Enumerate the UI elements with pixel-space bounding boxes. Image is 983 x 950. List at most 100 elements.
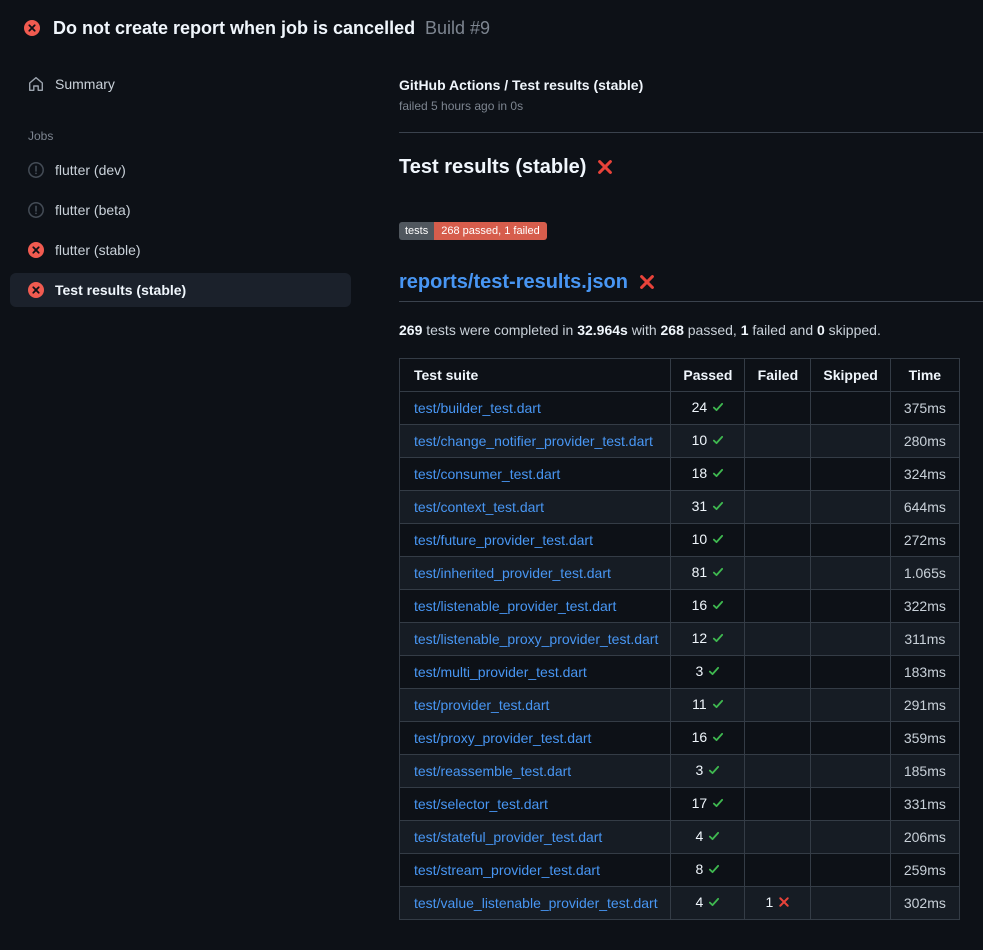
- test-suite-link[interactable]: test/proxy_provider_test.dart: [414, 730, 591, 746]
- passed-cell: 12: [671, 622, 745, 655]
- test-suite-link[interactable]: test/selector_test.dart: [414, 796, 548, 812]
- failed-cell: [745, 754, 811, 787]
- test-suite-link[interactable]: test/stateful_provider_test.dart: [414, 829, 602, 845]
- table-body: test/builder_test.dart24375mstest/change…: [400, 391, 960, 919]
- test-suite-link[interactable]: test/stream_provider_test.dart: [414, 862, 600, 878]
- passed-cell: 16: [671, 721, 745, 754]
- check-icon: [712, 730, 724, 746]
- test-suite-link[interactable]: test/consumer_test.dart: [414, 466, 560, 482]
- skipped-cell: [811, 622, 890, 655]
- sidebar-job-item[interactable]: Test results (stable): [10, 273, 351, 307]
- failed-cell: 1: [745, 886, 811, 919]
- neutral-icon: [28, 162, 44, 178]
- table-row: test/stream_provider_test.dart8259ms: [400, 853, 960, 886]
- job-label: flutter (stable): [55, 242, 141, 258]
- skipped-cell: [811, 886, 890, 919]
- check-run-header: Do not create report when job is cancell…: [0, 0, 983, 51]
- time-cell: 302ms: [890, 886, 959, 919]
- neutral-icon: [28, 202, 44, 218]
- job-label: Test results (stable): [55, 282, 186, 298]
- skipped-cell: [811, 820, 890, 853]
- run-status-text: failed 5 hours ago in 0s: [399, 99, 983, 113]
- passed-cell: 10: [671, 424, 745, 457]
- section-title-text: Test results (stable): [399, 155, 586, 179]
- skipped-cell: [811, 688, 890, 721]
- sidebar-job-item[interactable]: flutter (beta): [10, 193, 351, 227]
- failed-cell: [745, 655, 811, 688]
- check-icon: [708, 895, 720, 911]
- time-cell: 206ms: [890, 820, 959, 853]
- passed-cell: 17: [671, 787, 745, 820]
- test-suite-link[interactable]: test/value_listenable_provider_test.dart: [414, 895, 658, 911]
- check-icon: [712, 598, 724, 614]
- table-row: test/future_provider_test.dart10272ms: [400, 523, 960, 556]
- test-suite-link[interactable]: test/builder_test.dart: [414, 400, 541, 416]
- test-suite-link[interactable]: test/context_test.dart: [414, 499, 544, 515]
- x-circle-fill-icon: [28, 282, 44, 298]
- table-row: test/multi_provider_test.dart3183ms: [400, 655, 960, 688]
- check-icon: [712, 499, 724, 515]
- test-results-table: Test suitePassedFailedSkippedTime test/b…: [399, 358, 960, 920]
- test-suite-link[interactable]: test/inherited_provider_test.dart: [414, 565, 611, 581]
- page-title: Do not create report when job is cancell…: [53, 18, 415, 38]
- sidebar-jobs-list: flutter (dev) flutter (beta) flutter (stab…: [10, 153, 351, 307]
- skipped-cell: [811, 490, 890, 523]
- report-file-heading: reports/test-results.json: [399, 270, 983, 302]
- failed-cell: [745, 391, 811, 424]
- sidebar-item-summary[interactable]: Summary: [10, 67, 351, 101]
- passed-cell: 16: [671, 589, 745, 622]
- summary-line: 269 tests were completed in 32.964s with…: [399, 322, 983, 339]
- table-header-row: Test suitePassedFailedSkippedTime: [400, 358, 960, 391]
- failed-cell: [745, 721, 811, 754]
- divider: [399, 132, 983, 133]
- check-icon: [712, 400, 724, 416]
- summary-label: Summary: [55, 76, 115, 92]
- skipped-cell: [811, 523, 890, 556]
- time-cell: 185ms: [890, 754, 959, 787]
- check-icon: [708, 862, 720, 878]
- passed-cell: 31: [671, 490, 745, 523]
- time-cell: 259ms: [890, 853, 959, 886]
- failed-cell: [745, 787, 811, 820]
- test-suite-link[interactable]: test/multi_provider_test.dart: [414, 664, 587, 680]
- time-cell: 331ms: [890, 787, 959, 820]
- failed-cell: [745, 424, 811, 457]
- report-file-link[interactable]: reports/test-results.json: [399, 270, 628, 294]
- table-row: test/inherited_provider_test.dart811.065…: [400, 556, 960, 589]
- column-header: Failed: [745, 358, 811, 391]
- test-suite-link[interactable]: test/listenable_provider_test.dart: [414, 598, 616, 614]
- test-suite-link[interactable]: test/change_notifier_provider_test.dart: [414, 433, 653, 449]
- skipped-cell: [811, 787, 890, 820]
- test-suite-link[interactable]: test/provider_test.dart: [414, 697, 549, 713]
- job-label: flutter (dev): [55, 162, 126, 178]
- sidebar-job-item[interactable]: flutter (dev): [10, 153, 351, 187]
- test-suite-link[interactable]: test/future_provider_test.dart: [414, 532, 593, 548]
- table-row: test/listenable_proxy_provider_test.dart…: [400, 622, 960, 655]
- time-cell: 311ms: [890, 622, 959, 655]
- sidebar-job-item[interactable]: flutter (stable): [10, 233, 351, 267]
- column-header: Passed: [671, 358, 745, 391]
- sidebar: Summary Jobs flutter (dev) flutter (beta)…: [0, 51, 375, 313]
- passed-cell: 4: [671, 820, 745, 853]
- tests-badge: tests 268 passed, 1 failed: [399, 222, 547, 240]
- test-suite-link[interactable]: test/reassemble_test.dart: [414, 763, 571, 779]
- failed-cell: [745, 457, 811, 490]
- main-content: GitHub Actions / Test results (stable) f…: [375, 51, 983, 920]
- x-icon: [778, 895, 790, 911]
- jobs-heading: Jobs: [10, 107, 351, 153]
- skipped-cell: [811, 754, 890, 787]
- failed-cell: [745, 589, 811, 622]
- job-label: flutter (beta): [55, 202, 130, 218]
- passed-cell: 18: [671, 457, 745, 490]
- test-suite-link[interactable]: test/listenable_proxy_provider_test.dart: [414, 631, 658, 647]
- column-header: Test suite: [400, 358, 671, 391]
- skipped-cell: [811, 457, 890, 490]
- time-cell: 359ms: [890, 721, 959, 754]
- table-row: test/stateful_provider_test.dart 4 206ms: [400, 820, 960, 853]
- passed-cell: 81: [671, 556, 745, 589]
- skipped-cell: [811, 721, 890, 754]
- check-icon: [712, 631, 724, 647]
- time-cell: 183ms: [890, 655, 959, 688]
- time-cell: 644ms: [890, 490, 959, 523]
- table-row: test/proxy_provider_test.dart 16 359ms: [400, 721, 960, 754]
